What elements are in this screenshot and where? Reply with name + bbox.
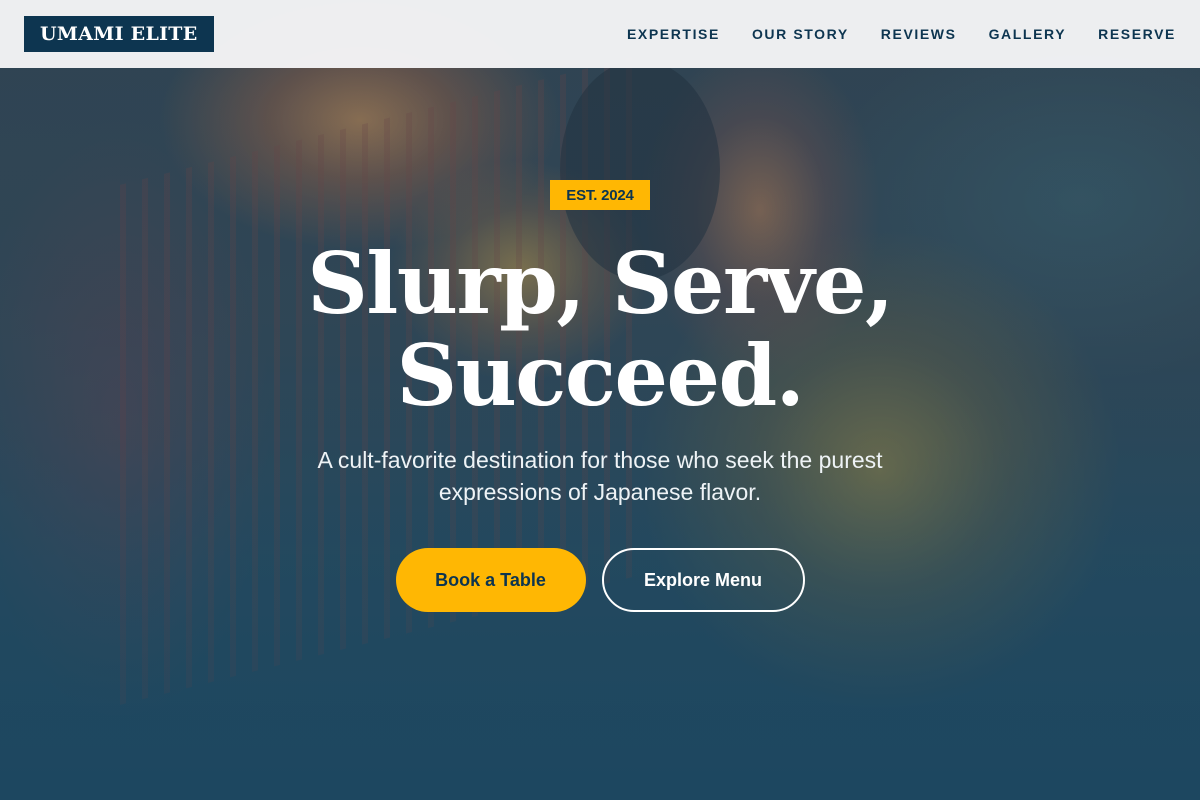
site-logo[interactable]: UMAMI ELITE xyxy=(24,16,214,52)
site-header: UMAMI ELITE EXPERTISE OUR STORY REVIEWS … xyxy=(0,0,1200,68)
book-table-button[interactable]: Book a Table xyxy=(395,548,586,612)
hero-headline: Slurp, Serve, Succeed. xyxy=(307,234,894,425)
nav-item-expertise[interactable]: EXPERTISE xyxy=(627,26,720,42)
established-badge: EST. 2024 xyxy=(550,180,650,210)
cta-row: Book a Table Explore Menu xyxy=(395,548,805,612)
nav-item-reserve[interactable]: RESERVE xyxy=(1098,26,1176,42)
hero-subtitle: A cult-favorite destination for those wh… xyxy=(317,447,883,505)
hero-headline-line-1: Slurp, Serve, xyxy=(307,234,894,333)
nav-item-our-story[interactable]: OUR STORY xyxy=(752,26,849,42)
hero-headline-line-2: Succeed. xyxy=(396,326,805,425)
main-nav: EXPERTISE OUR STORY REVIEWS GALLERY RESE… xyxy=(627,26,1176,42)
nav-item-gallery[interactable]: GALLERY xyxy=(989,26,1067,42)
nav-item-reviews[interactable]: REVIEWS xyxy=(881,26,957,42)
explore-menu-button[interactable]: Explore Menu xyxy=(601,548,805,612)
hero-section: EST. 2024 Slurp, Serve, Succeed. A cult-… xyxy=(0,180,1200,612)
